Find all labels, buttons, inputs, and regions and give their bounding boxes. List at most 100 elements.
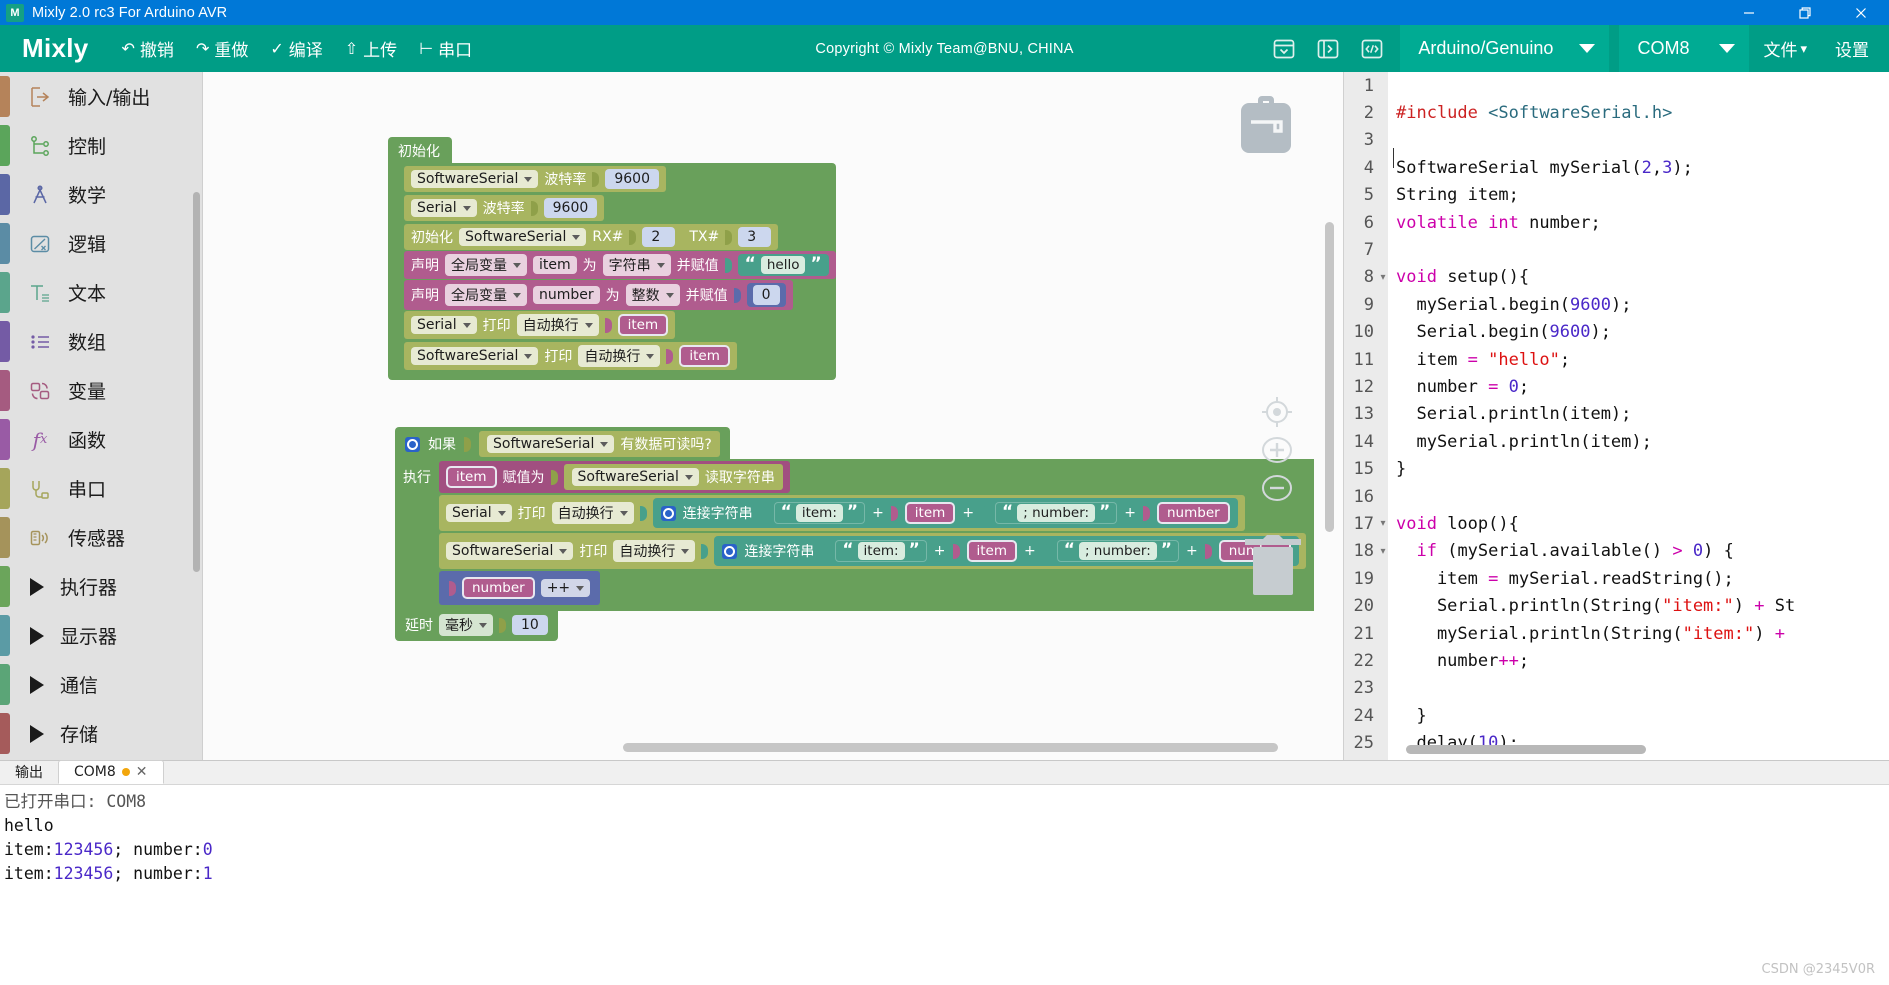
code-line[interactable]: 4 SoftwareSerial mySerial(2,3);: [1344, 154, 1889, 181]
toggle-sidebar-icon[interactable]: [1311, 33, 1345, 65]
variable-get-block[interactable]: item: [679, 345, 730, 367]
fold-toggle-icon[interactable]: ▾: [1378, 518, 1388, 529]
close-icon[interactable]: [1833, 0, 1889, 25]
sidebar-item-variable[interactable]: 变量: [0, 366, 202, 415]
object-dropdown[interactable]: SoftwareSerial: [459, 228, 587, 246]
tab-output[interactable]: 输出: [0, 760, 58, 784]
string-literal-block[interactable]: “ item: ”: [773, 502, 866, 524]
code-editor[interactable]: 1 2 #include <SoftwareSerial.h> 3 4 SoftwareS…: [1343, 72, 1889, 760]
rx-pin-dropdown[interactable]: 2: [642, 227, 676, 247]
variable-name-chip[interactable]: number: [462, 577, 535, 599]
sidebar-item-math[interactable]: 数学: [0, 170, 202, 219]
code-line[interactable]: 19 item = mySerial.readString();: [1344, 565, 1889, 592]
file-menu[interactable]: 文件 ▾: [1749, 36, 1821, 61]
print-softwareserial-concat-row[interactable]: SoftwareSerial 打印 自动换行 连接字符串 “ item: ” +…: [439, 533, 1307, 569]
code-line[interactable]: 8 ▾ void setup(){: [1344, 264, 1889, 291]
increment-row[interactable]: number ++: [439, 571, 601, 605]
code-line[interactable]: 7: [1344, 236, 1889, 263]
concat-block[interactable]: 连接字符串 “ item: ” + item +: [652, 498, 1238, 528]
object-dropdown[interactable]: SoftwareSerial: [446, 542, 574, 560]
concat-block[interactable]: 连接字符串 “ item: ” + item +: [714, 536, 1300, 566]
sidebar-scrollbar[interactable]: [193, 192, 200, 572]
code-line[interactable]: 13 Serial.println(item);: [1344, 401, 1889, 428]
sidebar-item-function[interactable]: fx 函数: [0, 415, 202, 464]
delay-value[interactable]: 10: [512, 615, 548, 635]
variable-get-block[interactable]: item: [904, 502, 956, 524]
port-selector[interactable]: COM8: [1619, 25, 1750, 72]
sidebar-item-logic[interactable]: 逻辑: [0, 219, 202, 268]
settings-menu[interactable]: 设置: [1821, 36, 1883, 61]
blockly-workspace[interactable]: 初始化 SoftwareSerial 波特率 9600 Serial 波特率 9…: [203, 72, 1343, 760]
center-blocks-icon[interactable]: [1257, 392, 1297, 437]
mutator-gear-icon[interactable]: [405, 436, 420, 452]
backpack-icon[interactable]: [1235, 92, 1297, 163]
newline-mode-dropdown[interactable]: 自动换行: [613, 540, 696, 562]
editor-lines[interactable]: 1 2 #include <SoftwareSerial.h> 3 4 SoftwareS…: [1344, 72, 1889, 757]
tx-pin-dropdown[interactable]: 3: [738, 227, 772, 247]
delay-block[interactable]: 延时 毫秒 10: [395, 609, 558, 641]
code-line[interactable]: 14 mySerial.println(item);: [1344, 428, 1889, 455]
code-line[interactable]: 15}: [1344, 455, 1889, 482]
setup-row-print-serial[interactable]: Serial 打印 自动换行 item: [404, 311, 676, 339]
variable-name-field[interactable]: item: [533, 256, 577, 274]
condition-block[interactable]: SoftwareSerial 有数据可读吗?: [479, 431, 720, 457]
minimize-icon[interactable]: [1721, 0, 1777, 25]
console-tabs[interactable]: 输出 COM8 ✕: [0, 760, 1889, 785]
variable-get-block[interactable]: item: [617, 314, 669, 336]
board-selector[interactable]: Arduino/Genuino: [1400, 25, 1610, 72]
object-dropdown[interactable]: SoftwareSerial: [487, 435, 615, 453]
variable-name-chip[interactable]: item: [446, 466, 497, 488]
type-dropdown[interactable]: 整数: [625, 284, 680, 306]
string-literal-block[interactable]: “ hello ”: [737, 254, 829, 276]
upload-button[interactable]: ⇧ 上传: [334, 32, 408, 65]
string-value[interactable]: hello: [760, 256, 806, 274]
string-value[interactable]: ; number:: [1017, 504, 1096, 522]
sidebar-item-io[interactable]: 输入/输出: [0, 72, 202, 121]
baud-value[interactable]: 9600: [543, 198, 598, 218]
fold-toggle-icon[interactable]: ▾: [1378, 272, 1388, 283]
sidebar-item-control[interactable]: 控制: [0, 121, 202, 170]
setup-row-declare-number[interactable]: 声明 全局变量 number 为 整数 并赋值 0: [404, 280, 793, 310]
mutator-gear-icon[interactable]: [722, 543, 738, 559]
object-dropdown[interactable]: Serial: [446, 504, 512, 522]
type-dropdown[interactable]: 字符串: [602, 254, 671, 276]
code-view-icon[interactable]: [1355, 33, 1389, 65]
object-dropdown[interactable]: Serial: [411, 316, 477, 334]
assign-item-row[interactable]: item 赋值为 SoftwareSerial 读取字符串: [439, 461, 790, 493]
code-line[interactable]: 10 Serial.begin(9600);: [1344, 319, 1889, 346]
variable-name-field[interactable]: number: [533, 286, 600, 304]
code-line[interactable]: 23: [1344, 675, 1889, 702]
serial-monitor-button[interactable]: ⊢ 串口: [408, 32, 483, 65]
string-value[interactable]: ; number:: [1078, 542, 1157, 560]
code-line[interactable]: 24 }: [1344, 702, 1889, 729]
sidebar-item-list[interactable]: 数组: [0, 317, 202, 366]
object-dropdown[interactable]: SoftwareSerial: [411, 170, 539, 188]
zoom-in-icon[interactable]: [1257, 432, 1297, 473]
string-literal-block[interactable]: “ item: ”: [835, 540, 927, 562]
sidebar-item-display[interactable]: 显示器: [0, 611, 202, 660]
console-panel[interactable]: 输出 COM8 ✕ 已打开串口: COM8 hello item:123456; n…: [0, 760, 1889, 985]
string-literal-block[interactable]: “ ; number: ”: [995, 502, 1118, 524]
code-line[interactable]: 20 Serial.println(String("item:") + St: [1344, 592, 1889, 619]
sidebar-item-serial[interactable]: 串口: [0, 464, 202, 513]
workspace-vertical-scrollbar[interactable]: [1325, 222, 1334, 532]
redo-button[interactable]: ↷ 重做: [185, 32, 259, 65]
code-line[interactable]: 12 number = 0;: [1344, 373, 1889, 400]
string-value[interactable]: item:: [795, 504, 843, 522]
sidebar-item-communication[interactable]: 通信: [0, 660, 202, 709]
workspace-horizontal-scrollbar[interactable]: [623, 743, 1278, 752]
scope-dropdown[interactable]: 全局变量: [445, 284, 527, 306]
sidebar-item-storage[interactable]: 存储: [0, 709, 202, 758]
code-line[interactable]: 11 item = "hello";: [1344, 346, 1889, 373]
mutator-gear-icon[interactable]: [660, 505, 676, 521]
compile-button[interactable]: ✓ 编译: [259, 32, 333, 65]
newline-mode-dropdown[interactable]: 自动换行: [516, 314, 599, 336]
code-line[interactable]: 22 number++;: [1344, 647, 1889, 674]
read-string-block[interactable]: SoftwareSerial 读取字符串: [563, 464, 783, 490]
number-value[interactable]: 0: [752, 285, 780, 305]
print-serial-concat-row[interactable]: Serial 打印 自动换行 连接字符串 “ item: ” + item + …: [439, 495, 1245, 531]
code-line[interactable]: 18 ▾ if (mySerial.available() > 0) {: [1344, 538, 1889, 565]
maximize-icon[interactable]: [1777, 0, 1833, 25]
loop-if-block[interactable]: 如果 SoftwareSerial 有数据可读吗? 执行 item 赋值为 So…: [395, 427, 1315, 641]
sidebar-item-actuator[interactable]: 执行器: [0, 562, 202, 611]
